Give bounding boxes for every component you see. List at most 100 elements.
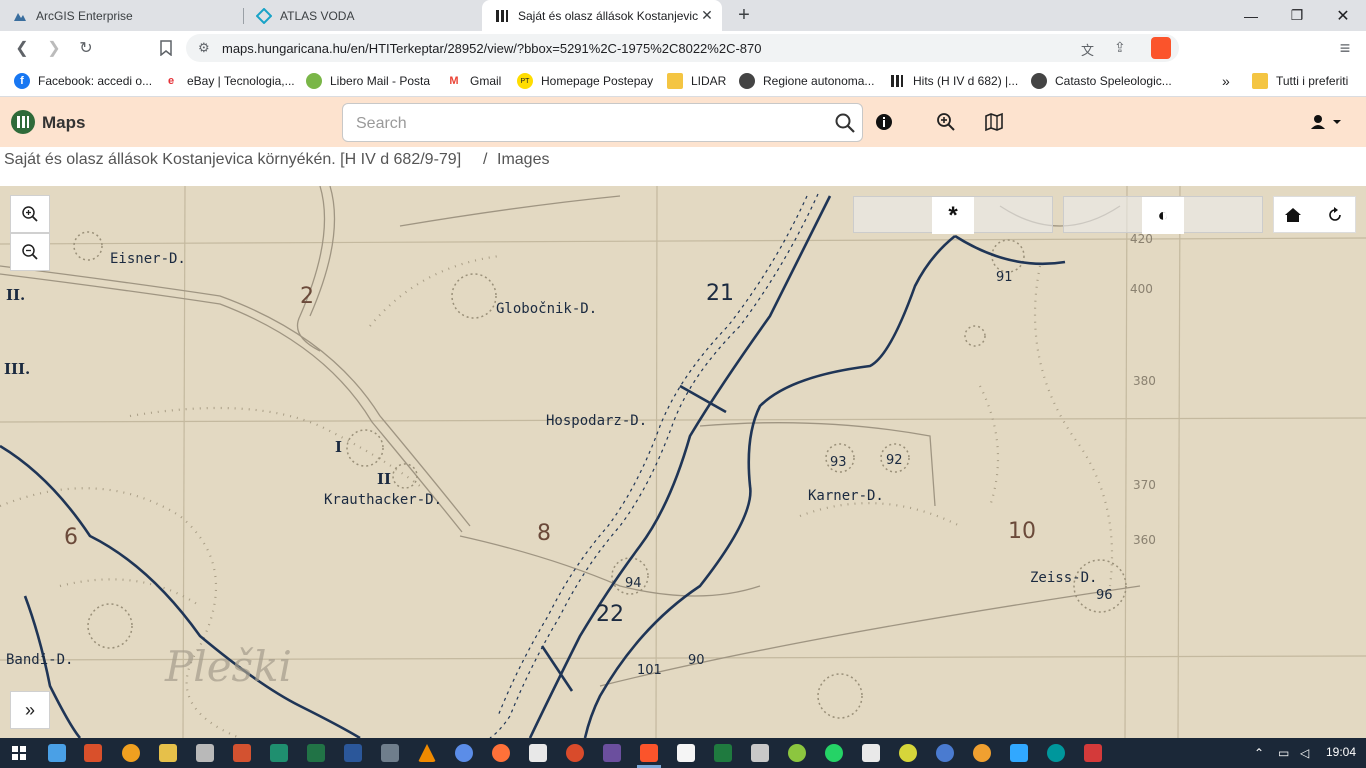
rotate-button[interactable] xyxy=(1326,206,1346,224)
tab-atlas-voda[interactable]: ATLAS VODA xyxy=(244,0,482,31)
bookmark-icon[interactable] xyxy=(154,36,178,60)
expand-panel-button[interactable]: » xyxy=(10,691,50,729)
menu-icon[interactable]: ≡ xyxy=(1333,36,1357,60)
bookmark-label: Facebook: accedi o... xyxy=(38,74,153,88)
map-zoom-in-button[interactable] xyxy=(10,195,50,233)
taskbar-powerpoint-icon[interactable] xyxy=(233,744,251,762)
brave-shield-icon[interactable] xyxy=(1151,37,1171,59)
taskbar-qgis-icon[interactable] xyxy=(788,744,806,762)
taskbar-app-icon[interactable] xyxy=(84,744,102,762)
map-zoom-out-button[interactable] xyxy=(10,233,50,271)
taskbar-arduino-icon[interactable] xyxy=(1047,744,1065,762)
share-icon[interactable]: ⇪ xyxy=(1114,39,1126,56)
breadcrumb-title[interactable]: Saját és olasz állások Kostanjevica körn… xyxy=(4,151,461,169)
new-tab-button[interactable]: + xyxy=(733,4,755,26)
sector-2: 2 xyxy=(300,284,314,309)
brightness-slider[interactable]: * xyxy=(853,196,1053,234)
app-name[interactable]: Maps xyxy=(42,113,85,133)
label-hospodarz: Hospodarz-D. xyxy=(546,413,647,429)
tray-chevron-icon[interactable]: ⌃ xyxy=(1254,746,1264,760)
minimize-button[interactable]: — xyxy=(1228,0,1274,31)
close-window-button[interactable]: ✕ xyxy=(1320,0,1366,31)
hungaricana-logo[interactable] xyxy=(11,110,35,134)
breadcrumb-separator: / xyxy=(483,151,488,168)
tab-arcgis[interactable]: ArcGIS Enterprise xyxy=(0,0,242,31)
bookmark-libero[interactable]: Libero Mail - Posta xyxy=(306,71,430,91)
contrast-handle[interactable]: ◐ xyxy=(1142,197,1184,234)
taskbar-app-icon[interactable] xyxy=(899,744,917,762)
taskbar-search-icon[interactable] xyxy=(122,744,140,762)
maximize-button[interactable]: ❐ xyxy=(1274,0,1320,31)
bookmark-catasto[interactable]: Catasto Speleologic... xyxy=(1031,71,1172,91)
volume-icon[interactable]: ◁ xyxy=(1300,746,1309,760)
folder-icon xyxy=(1252,73,1268,89)
taskbar-app-icon[interactable] xyxy=(1084,744,1102,762)
windows-start-icon[interactable] xyxy=(12,746,26,760)
breadcrumb-current[interactable]: Images xyxy=(497,151,549,169)
taskbar-brave-icon[interactable] xyxy=(640,744,658,762)
windows-taskbar: ⌃ ▭ ◁ 19:04 xyxy=(0,738,1366,768)
tab-active-map[interactable]: Saját és olasz állások Kostanjevic ✕ xyxy=(482,0,722,31)
url-text[interactable]: maps.hungaricana.hu/en/HTITerkeptar/2895… xyxy=(222,41,762,56)
historical-map-image[interactable]: Eisner-D. Globočnik-D. Hospodarz-D. Krau… xyxy=(0,186,1366,738)
close-tab-icon[interactable]: ✕ xyxy=(700,8,714,22)
network-icon[interactable]: ▭ xyxy=(1278,746,1289,760)
zoom-icon[interactable] xyxy=(934,110,958,134)
taskbar-app-icon[interactable] xyxy=(196,744,214,762)
taskbar-lightroom-icon[interactable] xyxy=(1010,744,1028,762)
reload-button[interactable]: ↻ xyxy=(74,36,98,60)
label-eisner: Eisner-D. xyxy=(110,251,186,267)
taskbar-app-icon[interactable] xyxy=(862,744,880,762)
taskbar-notepad-icon[interactable] xyxy=(529,744,547,762)
barbed-wire xyxy=(489,193,819,738)
bookmark-hits[interactable]: Hits (H IV d 682) |... xyxy=(889,71,1018,91)
taskbar-app-icon[interactable] xyxy=(751,744,769,762)
taskbar-whatsapp-icon[interactable] xyxy=(825,744,843,762)
bookmark-regione[interactable]: Regione autonoma... xyxy=(739,71,874,91)
taskbar-document-icon[interactable] xyxy=(677,744,695,762)
taskbar-vlc-icon[interactable] xyxy=(418,744,436,762)
label-globocnik: Globočnik-D. xyxy=(496,301,597,317)
bookmark-postepay[interactable]: PT Homepage Postepay xyxy=(517,71,653,91)
forward-button[interactable]: ❯ xyxy=(42,36,66,60)
tab-title: ArcGIS Enterprise xyxy=(36,8,133,23)
bookmark-facebook[interactable]: f Facebook: accedi o... xyxy=(14,71,152,91)
info-icon[interactable] xyxy=(872,110,896,134)
back-button[interactable]: ❮ xyxy=(10,36,34,60)
taskbar-app-icon[interactable] xyxy=(48,744,66,762)
address-bar[interactable]: ⚙ maps.hungaricana.hu/en/HTITerkeptar/28… xyxy=(186,34,1179,62)
search-icon[interactable] xyxy=(834,112,856,134)
search-placeholder[interactable]: Search xyxy=(356,115,407,133)
taskbar-app-icon[interactable] xyxy=(973,744,991,762)
taskbar-firefox-icon[interactable] xyxy=(492,744,510,762)
taskbar-premiere-icon[interactable] xyxy=(603,744,621,762)
app-header: Maps Search xyxy=(0,97,1366,147)
map-view-icon[interactable] xyxy=(982,110,1006,134)
map-viewer[interactable]: Eisner-D. Globočnik-D. Hospodarz-D. Krau… xyxy=(0,186,1366,738)
taskbar-word-icon[interactable] xyxy=(344,744,362,762)
bookmark-lidar[interactable]: LIDAR xyxy=(667,71,726,91)
map-labels: Eisner-D. Globočnik-D. Hospodarz-D. Krau… xyxy=(6,251,1097,668)
taskbar-app-icon[interactable] xyxy=(455,744,473,762)
site-settings-icon[interactable]: ⚙ xyxy=(198,40,210,56)
taskbar-publisher-icon[interactable] xyxy=(270,744,288,762)
taskbar-app-icon[interactable] xyxy=(714,744,732,762)
taskbar-calculator-icon[interactable] xyxy=(381,744,399,762)
taskbar-app-icon[interactable] xyxy=(936,744,954,762)
taskbar-folder-icon[interactable] xyxy=(159,744,177,762)
user-menu-icon[interactable] xyxy=(1306,110,1342,134)
brightness-handle[interactable]: * xyxy=(932,197,974,234)
taskbar-clock[interactable]: 19:04 xyxy=(1326,745,1356,759)
bookmark-all[interactable]: Tutti i preferiti xyxy=(1252,71,1348,91)
home-button[interactable] xyxy=(1284,206,1304,224)
contrast-slider[interactable]: ◐ xyxy=(1063,196,1263,234)
translate-icon[interactable]: 文 xyxy=(1081,40,1094,59)
roman-i: I xyxy=(335,438,342,456)
taskbar-excel-icon[interactable] xyxy=(307,744,325,762)
bookmark-gmail[interactable]: M Gmail xyxy=(446,71,501,91)
search-box[interactable]: Search xyxy=(342,103,863,142)
taskbar-app-icon[interactable] xyxy=(566,744,584,762)
coord-370: 370 xyxy=(1133,478,1156,492)
bookmark-ebay[interactable]: e eBay | Tecnologia,... xyxy=(163,71,295,91)
more-bookmarks-icon[interactable]: » xyxy=(1222,71,1230,91)
